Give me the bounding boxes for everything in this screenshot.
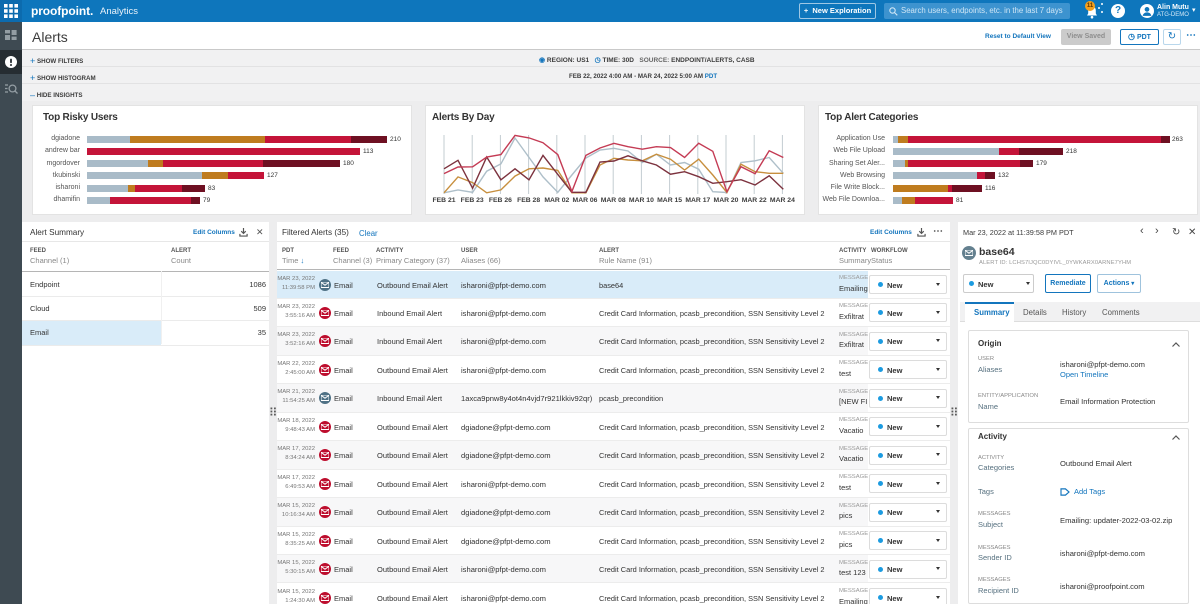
svg-text:MAR 24: MAR 24 (770, 197, 795, 204)
svg-text:FEB 26: FEB 26 (489, 197, 512, 204)
svg-text:MAR 06: MAR 06 (573, 197, 598, 204)
svg-text:MAR 08: MAR 08 (601, 197, 626, 204)
svg-text:FEB 23: FEB 23 (461, 197, 484, 204)
svg-text:MAR 15: MAR 15 (657, 197, 682, 204)
svg-text:FEB 28: FEB 28 (517, 197, 540, 204)
svg-text:MAR 02: MAR 02 (544, 197, 569, 204)
svg-text:FEB 21: FEB 21 (432, 197, 455, 204)
svg-text:MAR 22: MAR 22 (742, 197, 767, 204)
svg-text:MAR 17: MAR 17 (685, 197, 710, 204)
svg-text:MAR 20: MAR 20 (714, 197, 739, 204)
svg-text:MAR 10: MAR 10 (629, 197, 654, 204)
